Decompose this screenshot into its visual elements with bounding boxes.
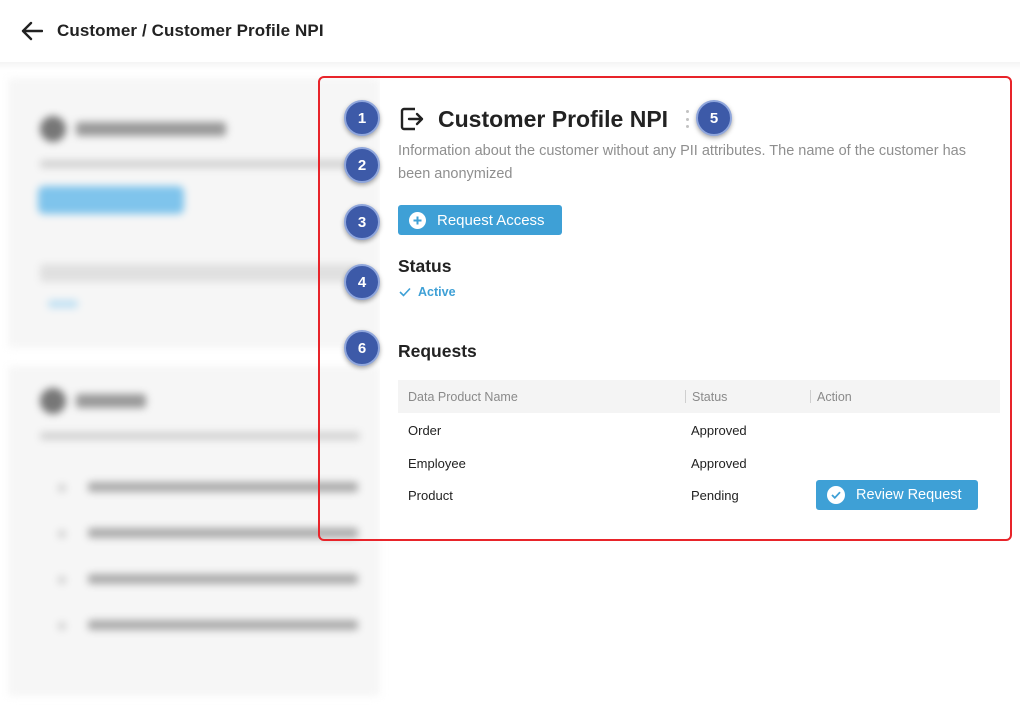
- blurred-text: [40, 160, 360, 168]
- status-value: Active: [418, 285, 456, 299]
- product-name-cell: Product: [408, 487, 453, 503]
- blurred-text: [88, 574, 358, 584]
- arrow-left-icon[interactable]: [20, 19, 44, 43]
- review-request-button[interactable]: Review Request: [816, 480, 978, 510]
- blurred-text: [88, 528, 358, 538]
- blurred-text: [48, 300, 78, 308]
- product-description: Information about the customer without a…: [398, 143, 966, 182]
- callout-marker-2: 2: [344, 147, 380, 183]
- requests-heading: Requests: [398, 341, 477, 361]
- product-name-cell: Order: [408, 422, 442, 438]
- blurred-bullet: [58, 484, 66, 492]
- blurred-background: [8, 78, 380, 703]
- blurred-text: [76, 122, 226, 136]
- column-header: Data Product Name: [408, 389, 518, 404]
- callout-marker-1: 1: [344, 100, 380, 136]
- top-bar: Customer / Customer Profile NPI: [0, 0, 1020, 62]
- page-title: Customer Profile NPI: [438, 105, 669, 132]
- blurred-panel: [8, 366, 380, 696]
- blurred-icon: [40, 388, 66, 414]
- blurred-text: [88, 620, 358, 630]
- status-cell: Approved: [691, 422, 747, 438]
- blurred-bullet: [58, 622, 66, 630]
- column-header: Action: [817, 389, 852, 404]
- header-shadow: [0, 62, 1020, 70]
- blurred-icon: [40, 116, 66, 142]
- blurred-button: [38, 186, 184, 214]
- blurred-text: [40, 432, 360, 440]
- check-circle-icon: [827, 486, 845, 504]
- review-request-label: Review Request: [856, 487, 962, 503]
- callout-marker-5: 5: [696, 100, 732, 136]
- request-access-button[interactable]: Request Access: [398, 205, 562, 235]
- status-cell: Approved: [691, 455, 747, 471]
- table-header: Data Product Name Status Action: [398, 380, 1000, 413]
- callout-marker-6: 6: [344, 330, 380, 366]
- column-divider: [685, 390, 686, 403]
- request-access-label: Request Access: [437, 211, 545, 229]
- table-row: Order Approved: [398, 414, 1000, 446]
- status-heading: Status: [398, 256, 452, 276]
- column-divider: [810, 390, 811, 403]
- product-name-cell: Employee: [408, 455, 466, 471]
- blurred-bullet: [58, 530, 66, 538]
- plus-icon: [409, 211, 426, 229]
- blurred-text: [88, 482, 358, 492]
- breadcrumb: Customer / Customer Profile NPI: [57, 21, 324, 40]
- blurred-text: [76, 394, 146, 408]
- check-icon: [399, 287, 411, 297]
- table-row: Product Pending Review Request: [398, 479, 1000, 511]
- blurred-text: [40, 264, 360, 282]
- callout-marker-3: 3: [344, 204, 380, 240]
- status-badge: Active: [399, 285, 456, 299]
- title-row: Customer Profile NPI: [398, 105, 690, 133]
- blurred-panel: [8, 78, 380, 348]
- table-row: Employee Approved: [398, 447, 1000, 479]
- column-header: Status: [692, 389, 728, 404]
- exit-arrow-icon: [398, 105, 426, 133]
- requests-table: Data Product Name Status Action Order Ap…: [398, 380, 1000, 510]
- callout-marker-4: 4: [344, 264, 380, 300]
- more-options-icon[interactable]: [684, 110, 690, 128]
- status-cell: Pending: [691, 487, 739, 503]
- blurred-bullet: [58, 576, 66, 584]
